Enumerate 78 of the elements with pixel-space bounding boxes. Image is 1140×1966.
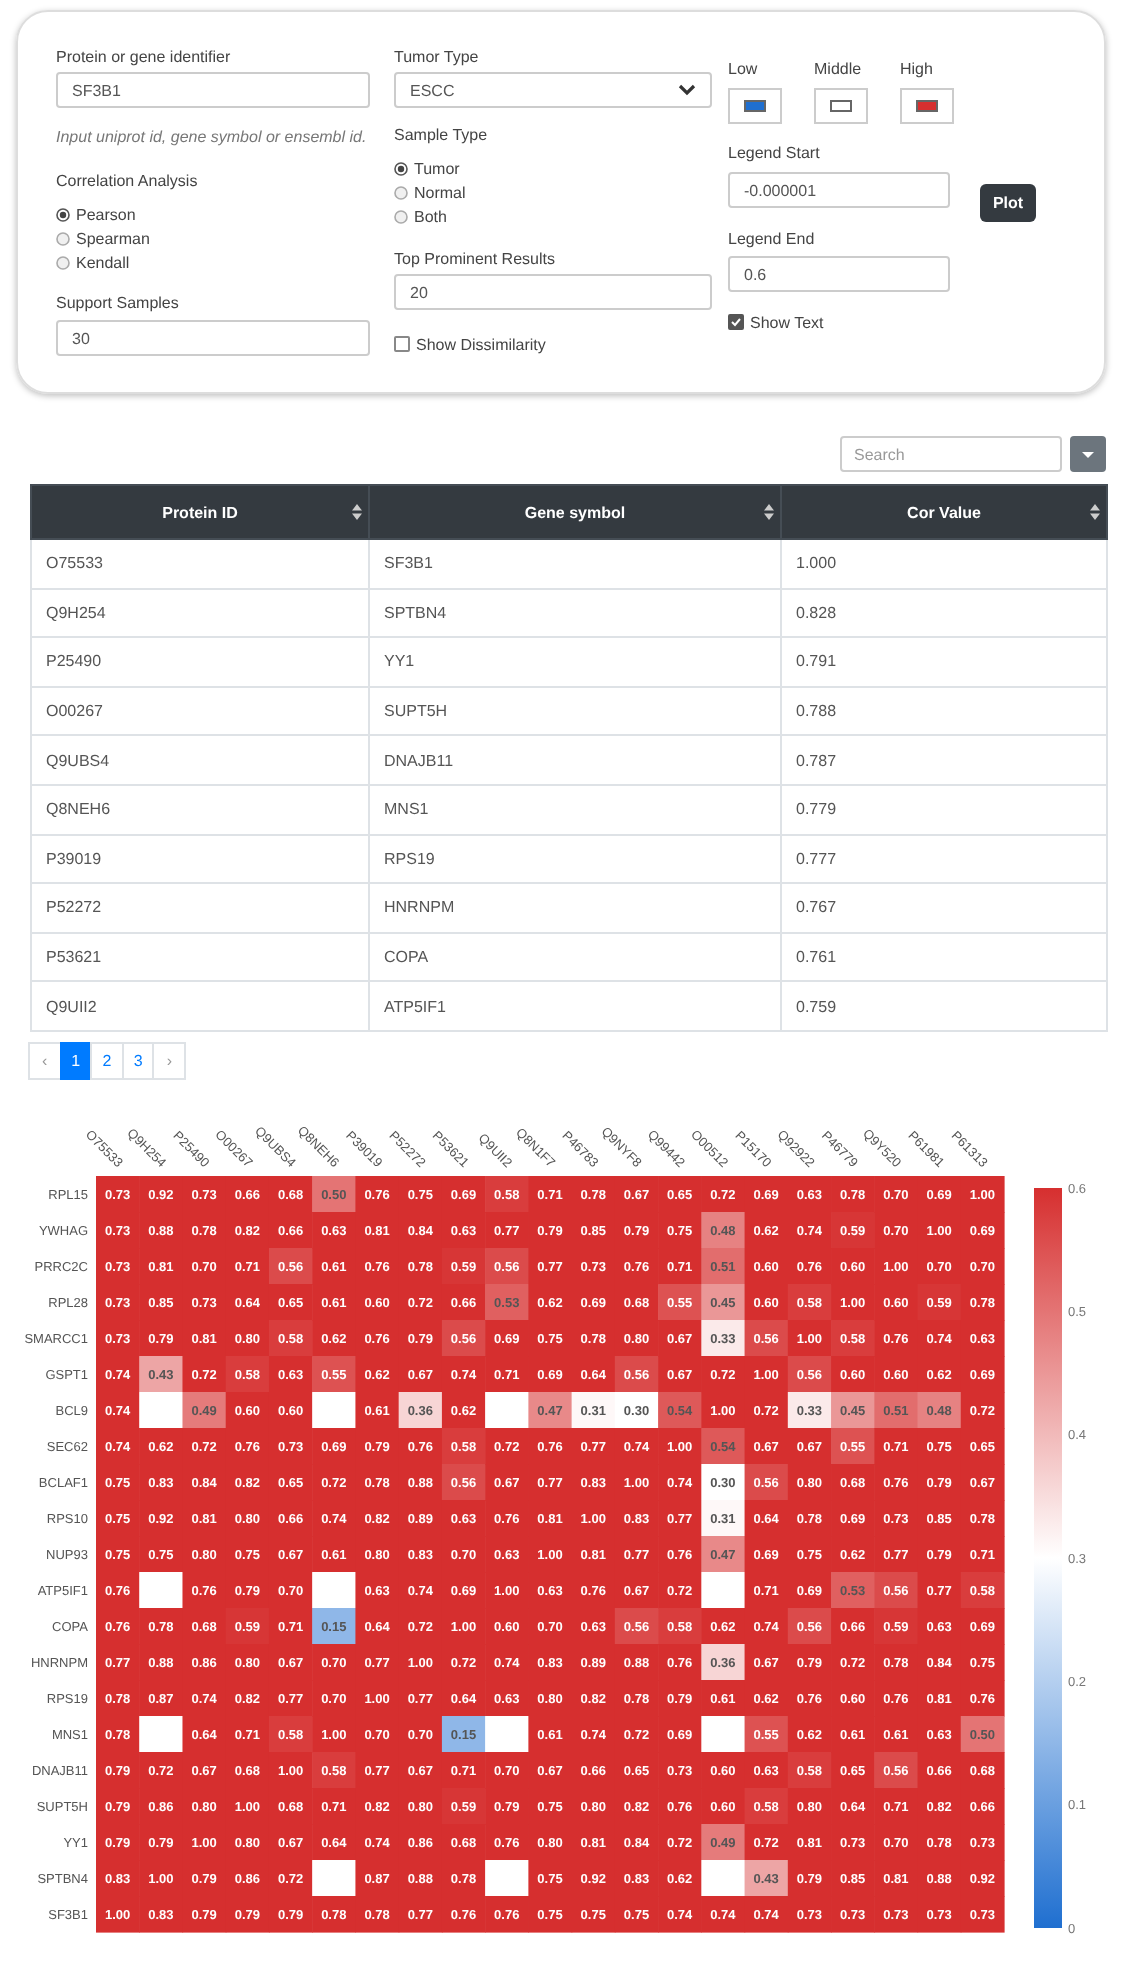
checkbox[interactable] xyxy=(394,336,410,352)
field-label: Correlation Analysis xyxy=(56,172,198,192)
table-cell: P53621 xyxy=(31,932,369,982)
option-label: Both xyxy=(414,207,447,225)
table-cell: 0.779 xyxy=(781,784,1107,835)
table-cell: SUPT5H xyxy=(369,686,781,736)
table-cell: 0.767 xyxy=(781,883,1107,933)
caret-down-icon xyxy=(1082,451,1094,457)
field-label: Sample Type xyxy=(394,126,488,146)
table-cell: 1.000 xyxy=(781,539,1107,589)
table-cell: O75533 xyxy=(31,539,369,589)
checkbox-label: Show Dissimilarity xyxy=(416,335,546,353)
table-cell: 0.788 xyxy=(781,686,1107,736)
field-label: Top Prominent Results xyxy=(394,250,555,270)
table-cell: P52272 xyxy=(31,883,369,933)
table-cell: 0.787 xyxy=(781,735,1107,785)
table-cell: RPS19 xyxy=(369,834,781,884)
color-picker[interactable] xyxy=(814,88,868,124)
color-label: Low xyxy=(728,60,758,80)
color-picker[interactable] xyxy=(900,88,954,124)
sort-icon xyxy=(1090,504,1100,520)
sort-icon xyxy=(764,504,774,520)
column-header[interactable]: Protein ID xyxy=(31,485,369,539)
table-cell: DNAJB11 xyxy=(369,735,781,785)
chevron-down-icon xyxy=(678,84,696,96)
input-field[interactable]: 0.6 xyxy=(728,256,950,292)
field-label: Legend End xyxy=(728,230,815,250)
table-cell: HNRNPM xyxy=(369,883,781,933)
color-label: High xyxy=(900,60,933,80)
table-cell: Q9UII2 xyxy=(31,981,369,1031)
color-picker[interactable] xyxy=(728,88,782,124)
radio-button[interactable] xyxy=(394,209,408,223)
table-cell: O00267 xyxy=(31,686,369,736)
radio-button[interactable] xyxy=(56,207,70,221)
table-cell: COPA xyxy=(369,932,781,982)
table-cell: P25490 xyxy=(31,637,369,687)
input-field[interactable]: -0.000001 xyxy=(728,172,950,208)
checkbox-label: Show Text xyxy=(750,313,824,331)
table-cell: 0.777 xyxy=(781,834,1107,884)
hint-text: Input uniprot id, gene symbol or ensembl id. xyxy=(56,128,367,148)
table-cell: MNS1 xyxy=(369,784,781,835)
input-field[interactable]: 30 xyxy=(56,320,370,356)
table-cell: SF3B1 xyxy=(369,539,781,589)
option-label: Tumor xyxy=(414,159,460,177)
table-cell: YY1 xyxy=(369,637,781,687)
table-cell: Q9UBS4 xyxy=(31,735,369,785)
dropdown-button[interactable] xyxy=(1070,436,1106,472)
option-label: Pearson xyxy=(76,205,136,223)
input-field[interactable]: 20 xyxy=(394,274,712,310)
column-header[interactable]: Cor Value xyxy=(781,485,1107,539)
radio-button[interactable] xyxy=(394,185,408,199)
radio-button[interactable] xyxy=(56,255,70,269)
field-label: Legend Start xyxy=(728,144,820,164)
table-cell: Q9H254 xyxy=(31,588,369,638)
radio-button[interactable] xyxy=(56,231,70,245)
table-cell: 0.759 xyxy=(781,981,1107,1031)
input-field[interactable]: SF3B1 xyxy=(56,72,370,108)
table-cell: Q8NEH6 xyxy=(31,784,369,835)
option-label: Spearman xyxy=(76,229,150,247)
select-field[interactable]: ESCC xyxy=(394,72,712,108)
field-label: Protein or gene identifier xyxy=(56,48,231,68)
field-label: Support Samples xyxy=(56,294,179,314)
field-label: Tumor Type xyxy=(394,48,479,68)
checkbox[interactable] xyxy=(728,314,744,330)
option-label: Normal xyxy=(414,183,466,201)
table-cell: 0.828 xyxy=(781,588,1107,638)
table-cell: 0.791 xyxy=(781,637,1107,687)
plot-button[interactable]: Plot xyxy=(980,184,1036,222)
radio-button[interactable] xyxy=(394,161,408,175)
page-button[interactable]: 2 xyxy=(90,1041,124,1080)
option-label: Kendall xyxy=(76,253,130,271)
table-cell: ATP5IF1 xyxy=(369,981,781,1031)
table-cell: 0.761 xyxy=(781,932,1107,982)
color-label: Middle xyxy=(814,60,862,80)
table-cell: SPTBN4 xyxy=(369,588,781,638)
sort-icon xyxy=(352,504,362,520)
table-cell: P39019 xyxy=(31,834,369,884)
column-header[interactable]: Gene symbol xyxy=(369,485,781,539)
